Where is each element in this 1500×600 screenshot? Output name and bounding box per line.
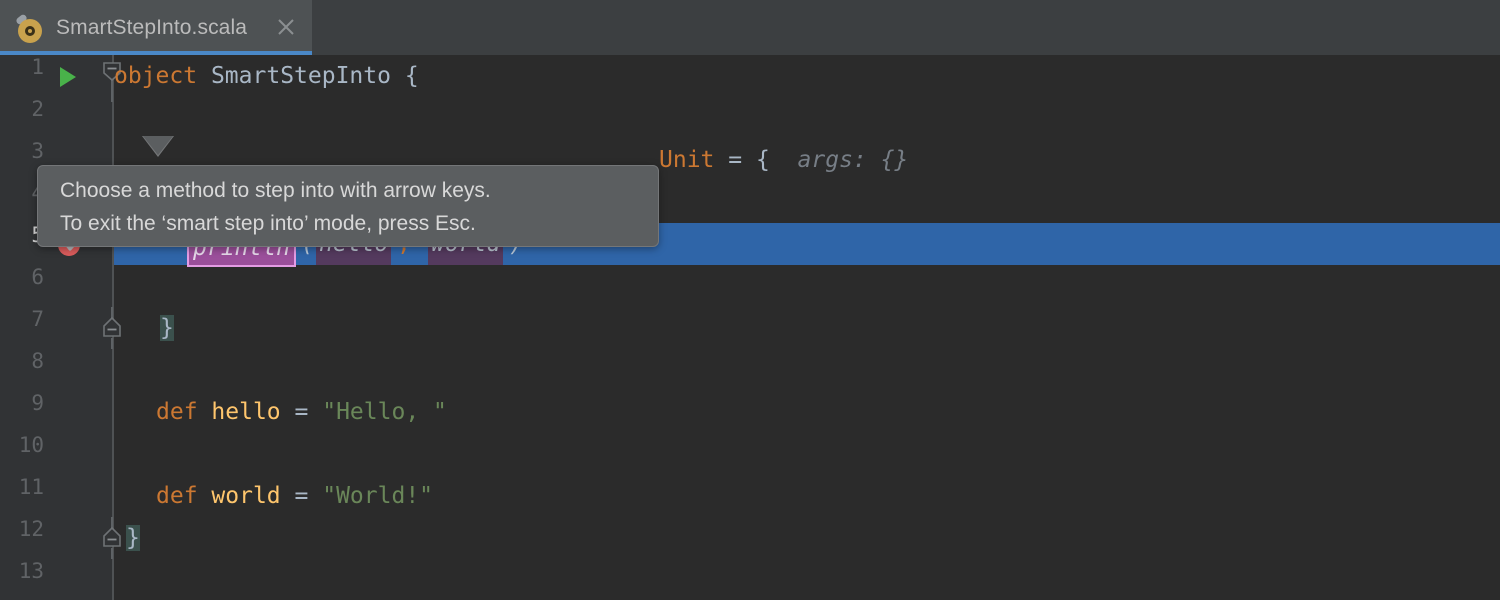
close-icon[interactable]	[274, 15, 298, 39]
equals-line9: =	[295, 399, 309, 425]
open-brace-line1: {	[405, 63, 419, 89]
line-number-9: 9	[0, 391, 44, 415]
method-name-hello: hello	[211, 399, 280, 425]
line-number-6: 6	[0, 265, 44, 289]
code-line-11[interactable]: def world = "World!"	[114, 475, 1500, 517]
code-content[interactable]: object SmartStepInto { Unit = { args: {}…	[114, 55, 1500, 600]
object-name: SmartStepInto	[211, 63, 391, 89]
keyword-object: object	[114, 63, 197, 89]
line-number-3: 3	[0, 139, 44, 163]
tooltip-text: Choose a method to step into with arrow …	[38, 166, 658, 240]
code-line-3[interactable]: Unit = { args: {}	[659, 139, 1500, 181]
line-number-8: 8	[0, 349, 44, 373]
equals-line11: =	[295, 483, 309, 509]
code-editor[interactable]: 1 2 3 4 5 6 7 8 9 10 11 12 13	[0, 55, 1500, 600]
keyword-def-hello: def	[156, 399, 198, 425]
close-brace-line12: }	[126, 525, 140, 551]
code-line-9[interactable]: def hello = "Hello, "	[114, 391, 1500, 433]
inlay-hint-args: args: {}	[798, 147, 909, 173]
code-line-7[interactable]: }	[114, 307, 1500, 349]
equals-line3: =	[728, 147, 742, 173]
method-name-world: world	[211, 483, 280, 509]
close-brace-line7: }	[160, 315, 174, 341]
open-brace-line3: {	[756, 147, 770, 173]
line-number-10: 10	[0, 433, 44, 457]
scala-object-icon	[14, 13, 44, 43]
keyword-def-world: def	[156, 483, 198, 509]
line-number-2: 2	[0, 97, 44, 121]
string-world: "World!"	[322, 483, 433, 509]
code-line-1[interactable]: object SmartStepInto {	[114, 55, 1500, 97]
return-type: Unit	[659, 147, 714, 173]
smart-step-into-tooltip: Choose a method to step into with arrow …	[37, 165, 659, 247]
code-line-12[interactable]: }	[114, 517, 1500, 559]
tab-label: SmartStepInto.scala	[56, 16, 247, 40]
run-triangle-icon[interactable]	[58, 65, 78, 89]
line-number-7: 7	[0, 307, 44, 331]
tooltip-arrow	[143, 136, 173, 155]
line-number-13: 13	[0, 559, 44, 583]
line-number-12: 12	[0, 517, 44, 541]
tab-smartstepinto-scala[interactable]: SmartStepInto.scala	[0, 0, 312, 55]
line-number-11: 11	[0, 475, 44, 499]
editor-tab-bar: SmartStepInto.scala	[0, 0, 1500, 55]
line-number-1: 1	[0, 55, 44, 79]
string-hello: "Hello, "	[322, 399, 447, 425]
